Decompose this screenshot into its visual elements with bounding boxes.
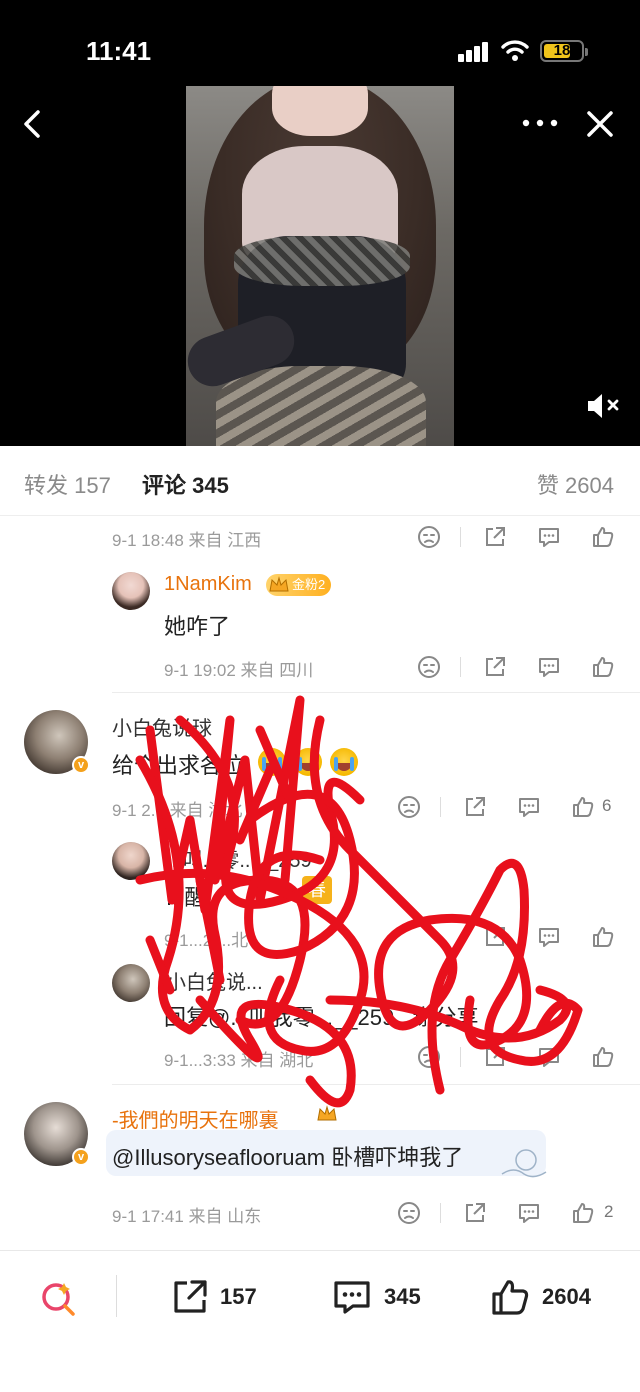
sticker-icon bbox=[501, 1149, 547, 1178]
like-count: 6 bbox=[602, 796, 612, 815]
tab-likes[interactable]: 赞 2604 bbox=[537, 468, 614, 500]
video-frame[interactable] bbox=[186, 86, 454, 446]
search-icon[interactable] bbox=[38, 1279, 78, 1319]
divider bbox=[112, 692, 640, 693]
comment-icon[interactable] bbox=[536, 1044, 562, 1070]
comment-meta: 9-1 2... 来自 湖北 bbox=[112, 801, 243, 820]
close-icon[interactable] bbox=[580, 104, 620, 144]
crying-emoji-icon bbox=[330, 748, 358, 776]
repost-button[interactable]: 157 bbox=[170, 1277, 270, 1317]
comment-button[interactable]: 345 bbox=[332, 1277, 442, 1317]
more-icon[interactable] bbox=[520, 106, 560, 140]
username[interactable]: 小白兔说... bbox=[166, 966, 263, 995]
comment-text: ...醒 bbox=[166, 885, 207, 910]
comment-meta: 9-1...2 ...北 bbox=[164, 931, 249, 950]
tab-comments-count: 345 bbox=[192, 473, 229, 498]
bottom-action-bar: 157 345 2604 bbox=[0, 1250, 640, 1392]
share-icon[interactable] bbox=[482, 524, 508, 550]
username[interactable]: 1NamKim bbox=[164, 573, 252, 596]
comment-icon[interactable] bbox=[516, 1200, 542, 1226]
comment-text: 回复@...叫我零...__259...谢分享 bbox=[164, 1005, 479, 1030]
comment-icon[interactable] bbox=[536, 654, 562, 680]
back-icon[interactable] bbox=[14, 104, 54, 144]
tab-comments-label: 评论 bbox=[142, 473, 187, 498]
avatar[interactable] bbox=[112, 842, 150, 880]
comment-meta: 9-1 19:02 来自 四川 bbox=[164, 661, 314, 680]
status-time: 11:41 bbox=[86, 36, 152, 66]
tab-bar: 转发 157 评论 345 赞 2604 bbox=[0, 446, 640, 516]
like-icon[interactable] bbox=[570, 794, 596, 820]
tag-badge: 春 bbox=[302, 876, 332, 904]
comment-icon[interactable] bbox=[536, 524, 562, 550]
username[interactable]: ...叫...零...__259 bbox=[166, 844, 312, 873]
dislike-icon[interactable] bbox=[416, 654, 442, 680]
share-icon[interactable] bbox=[462, 794, 488, 820]
avatar[interactable] bbox=[112, 572, 150, 610]
tab-likes-label: 赞 bbox=[536, 473, 559, 498]
like-icon[interactable] bbox=[590, 1044, 616, 1070]
like-icon[interactable] bbox=[590, 924, 616, 950]
comment-meta: 9-1 17:41 来自 山东 bbox=[112, 1207, 262, 1226]
like-icon bbox=[492, 1280, 529, 1315]
avatar[interactable] bbox=[112, 964, 150, 1002]
comment-icon[interactable] bbox=[536, 924, 562, 950]
battery-level: 18 bbox=[553, 42, 571, 59]
fan-badge: 金粉2 bbox=[266, 574, 332, 596]
repost-count: 157 bbox=[220, 1284, 257, 1309]
verified-badge-icon: v bbox=[72, 1148, 90, 1166]
fan-badge-label: 金粉2 bbox=[292, 577, 326, 592]
crown-icon bbox=[269, 576, 289, 592]
battery-icon: 18 bbox=[540, 40, 588, 62]
mute-icon[interactable] bbox=[584, 388, 624, 424]
divider bbox=[112, 1084, 640, 1085]
dislike-icon[interactable] bbox=[416, 1044, 442, 1070]
dislike-icon[interactable] bbox=[416, 524, 442, 550]
like-count: 2604 bbox=[542, 1284, 591, 1309]
comment-count: 345 bbox=[384, 1284, 421, 1309]
dislike-icon[interactable] bbox=[396, 1200, 422, 1226]
comment-icon[interactable] bbox=[516, 794, 542, 820]
tab-repost-count: 157 bbox=[74, 473, 111, 498]
like-icon[interactable] bbox=[570, 1200, 596, 1226]
share-icon[interactable] bbox=[482, 1044, 508, 1070]
share-icon[interactable] bbox=[482, 924, 508, 950]
video-player[interactable]: 11:41 18 bbox=[0, 0, 640, 446]
crying-emoji-icon bbox=[294, 748, 322, 776]
comment-meta: 9-1...3:33 来自 湖北 bbox=[164, 1051, 314, 1070]
share-icon[interactable] bbox=[482, 654, 508, 680]
comment-text: 她咋了 bbox=[164, 614, 231, 639]
crown-icon bbox=[317, 1105, 337, 1121]
username[interactable]: 小白兔说球 bbox=[112, 712, 212, 741]
tab-likes-count: 2604 bbox=[565, 473, 614, 498]
like-count: 2 bbox=[604, 1202, 614, 1221]
repost-icon bbox=[174, 1280, 207, 1313]
share-icon[interactable] bbox=[462, 1200, 488, 1226]
comment-text: @Illusoryseaflooruam 卧槽吓坤我了 bbox=[112, 1145, 464, 1170]
comment-meta: 9-1 18:48 来自 江西 bbox=[112, 531, 262, 550]
signal-icon bbox=[458, 40, 490, 62]
tab-repost[interactable]: 转发 157 bbox=[24, 468, 111, 500]
verified-badge-icon: v bbox=[72, 756, 90, 774]
tab-repost-label: 转发 bbox=[24, 473, 69, 498]
tab-comments[interactable]: 评论 345 bbox=[142, 468, 229, 500]
like-icon[interactable] bbox=[590, 654, 616, 680]
status-bar: 11:41 18 bbox=[0, 0, 640, 90]
comment-text: 给个出求各位 bbox=[112, 753, 245, 778]
dislike-icon[interactable] bbox=[396, 794, 422, 820]
crying-emoji-icon bbox=[258, 748, 286, 776]
comment-icon bbox=[334, 1281, 370, 1314]
like-button[interactable]: 2604 bbox=[490, 1277, 610, 1317]
wifi-icon bbox=[501, 40, 529, 61]
like-icon[interactable] bbox=[590, 524, 616, 550]
username[interactable]: -我們的明天在哪裏 bbox=[112, 1104, 279, 1133]
